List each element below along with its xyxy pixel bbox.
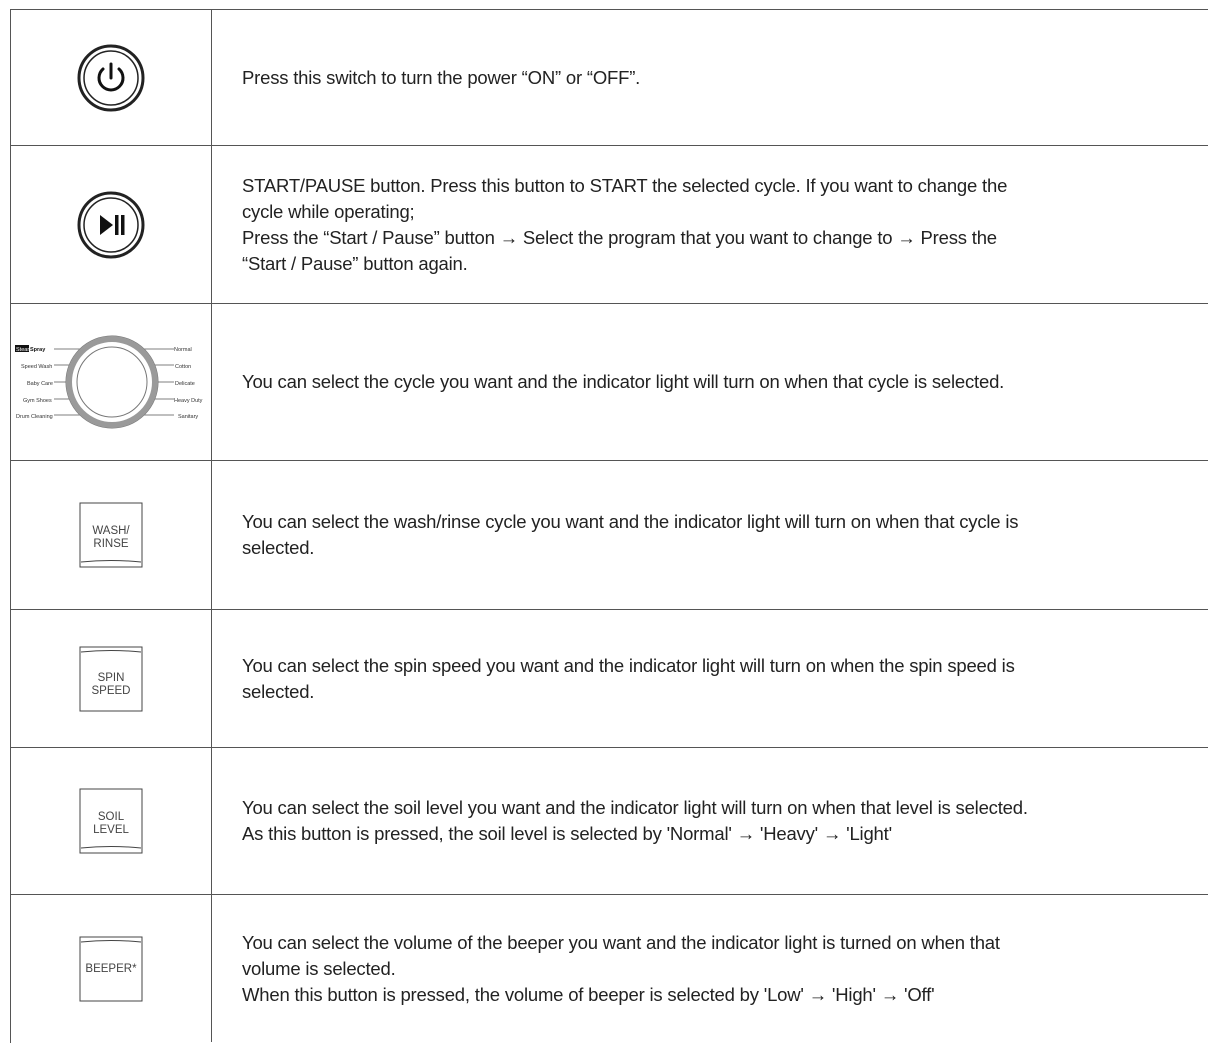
description-cell: START/PAUSE button. Press this button to… — [242, 146, 1198, 303]
description-line: Press the “Start / Pause” button → Selec… — [242, 226, 997, 248]
play-pause-icon[interactable] — [76, 190, 146, 260]
description-line: cycle while operating; — [242, 200, 415, 222]
dial-label: Heavy Duty — [174, 398, 203, 404]
cycle-dial-icon[interactable]: Steam Spray Speed Wash Baby Care Gym Sho… — [14, 332, 208, 432]
dial-label: Cotton — [175, 364, 191, 370]
description-line: volume is selected. — [242, 957, 396, 979]
description-cell: You can select the spin speed you want a… — [242, 610, 1198, 747]
dial-label: Delicate — [175, 381, 195, 387]
dial-label: Speed Wash — [21, 364, 52, 370]
description-cell: You can select the soil level you want a… — [242, 748, 1198, 894]
description-line: “Start / Pause” button again. — [242, 252, 468, 274]
dial-label: Sanitary — [178, 414, 198, 420]
button-label: SOIL LEVEL — [93, 811, 129, 836]
dial-label: Spray — [30, 347, 46, 353]
description-line: Press this switch to turn the power “ON”… — [242, 66, 641, 88]
table-row-soil-level: SOIL LEVEL You can select the soil level… — [11, 748, 1208, 895]
dial-label: Gym Shoes — [23, 398, 52, 404]
description-line: You can select the spin speed you want a… — [242, 654, 1015, 676]
icon-cell: Steam Spray Speed Wash Baby Care Gym Sho… — [11, 304, 211, 460]
button-label: WASH/ RINSE — [92, 525, 130, 550]
description-line: As this button is pressed, the soil leve… — [242, 823, 892, 844]
button-label: SPIN SPEED — [91, 671, 131, 697]
description-line: selected. — [242, 537, 315, 558]
icon-cell — [11, 10, 211, 145]
description-line: When this button is pressed, the volume … — [242, 983, 935, 1005]
icon-cell: BEEPER* — [11, 895, 211, 1042]
beeper-button-icon[interactable]: BEEPER* — [79, 936, 143, 1002]
description-cell: You can select the volume of the beeper … — [242, 895, 1198, 1042]
wash-rinse-button-icon[interactable]: WASH/ RINSE — [79, 502, 143, 568]
button-label: BEEPER* — [85, 962, 137, 975]
icon-cell: SOIL LEVEL — [11, 748, 211, 894]
description-line: selected. — [242, 680, 315, 702]
description-line: You can select the soil level you want a… — [242, 797, 1028, 818]
table-row-start-pause: START/PAUSE button. Press this button to… — [11, 146, 1208, 304]
table-row-spin-speed: SPIN SPEED You can select the spin speed… — [11, 610, 1208, 748]
dial-label: Drum Cleaning — [16, 414, 53, 420]
icon-cell: WASH/ RINSE — [11, 461, 211, 609]
dial-label: Normal — [174, 347, 192, 353]
description-cell: You can select the cycle you want and th… — [242, 304, 1198, 460]
description-line: You can select the cycle you want and th… — [242, 371, 1005, 392]
icon-cell — [11, 146, 211, 303]
soil-level-button-icon[interactable]: SOIL LEVEL — [79, 788, 143, 854]
table-row-beeper: BEEPER* You can select the volume of the… — [11, 895, 1208, 1042]
icon-cell: SPIN SPEED — [11, 610, 211, 747]
description-cell: You can select the wash/rinse cycle you … — [242, 461, 1198, 609]
description-line: You can select the wash/rinse cycle you … — [242, 511, 1019, 532]
table-row-wash-rinse: WASH/ RINSE You can select the wash/rins… — [11, 461, 1208, 610]
description-line: You can select the volume of the beeper … — [242, 931, 1000, 953]
spin-speed-button-icon[interactable]: SPIN SPEED — [79, 646, 143, 712]
dial-label: Baby Care — [27, 381, 53, 387]
description-line: START/PAUSE button. Press this button to… — [242, 174, 1008, 196]
table-row-cycle-dial: Steam Spray Speed Wash Baby Care Gym Sho… — [11, 304, 1208, 461]
power-icon[interactable] — [76, 43, 146, 113]
description-cell: Press this switch to turn the power “ON”… — [242, 10, 1198, 145]
table-row-power: Press this switch to turn the power “ON”… — [11, 10, 1208, 146]
